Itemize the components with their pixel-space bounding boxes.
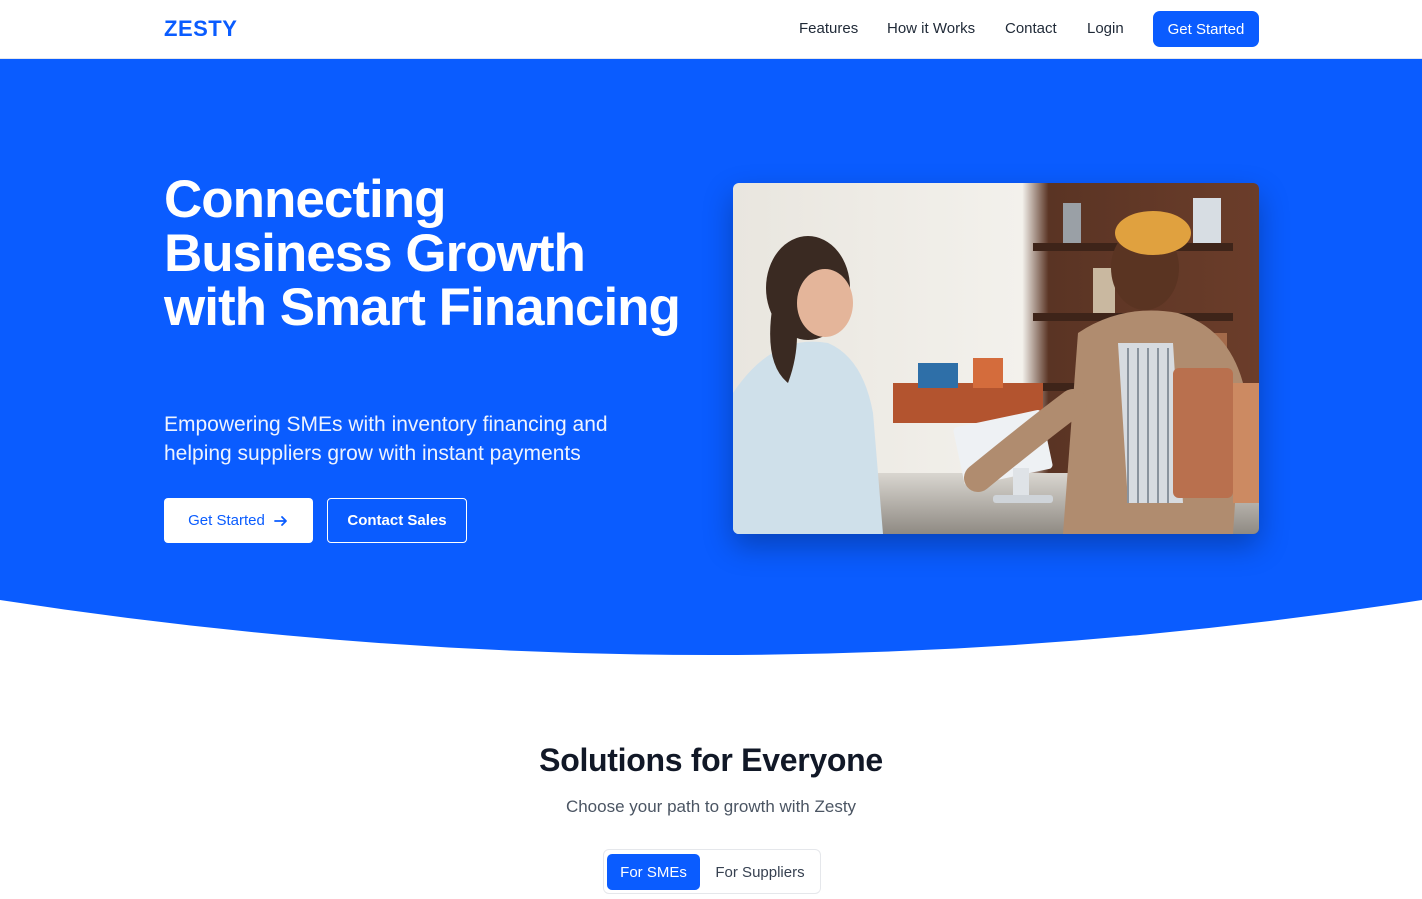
header-get-started-button[interactable]: Get Started	[1153, 11, 1259, 47]
solutions-subtitle: Choose your path to growth with Zesty	[565, 797, 857, 816]
hero-get-started-label: Get Started	[188, 512, 265, 529]
nav-link-how-it-works[interactable]: How it Works	[887, 20, 975, 37]
hero-get-started-button[interactable]: Get Started	[164, 498, 313, 543]
nav-link-features[interactable]: Features	[799, 20, 858, 37]
top-nav-bar: ZESTY Features How it Works Contact Logi…	[0, 0, 1422, 59]
nav-link-login[interactable]: Login	[1087, 20, 1124, 37]
tab-for-suppliers[interactable]: For Suppliers	[704, 854, 816, 890]
solutions-title: Solutions for Everyone	[539, 742, 883, 778]
hero-subtitle: Empowering SMEs with inventory financing…	[164, 413, 608, 465]
arrow-right-icon	[273, 515, 287, 526]
audience-toggle: For SMEs For Suppliers	[603, 849, 821, 894]
nav-link-contact[interactable]: Contact	[1005, 20, 1057, 37]
hero-bottom-curve	[0, 600, 1422, 659]
photo-shop-counter-icon	[733, 183, 1259, 534]
hero-photo	[733, 183, 1259, 534]
hero-title: Connecting Business Growth with Smart Fi…	[164, 170, 681, 337]
contact-sales-button[interactable]: Contact Sales	[327, 498, 467, 543]
hero-section: Connecting Business Growth with Smart Fi…	[0, 59, 1422, 659]
tab-for-smes[interactable]: For SMEs	[607, 854, 700, 890]
